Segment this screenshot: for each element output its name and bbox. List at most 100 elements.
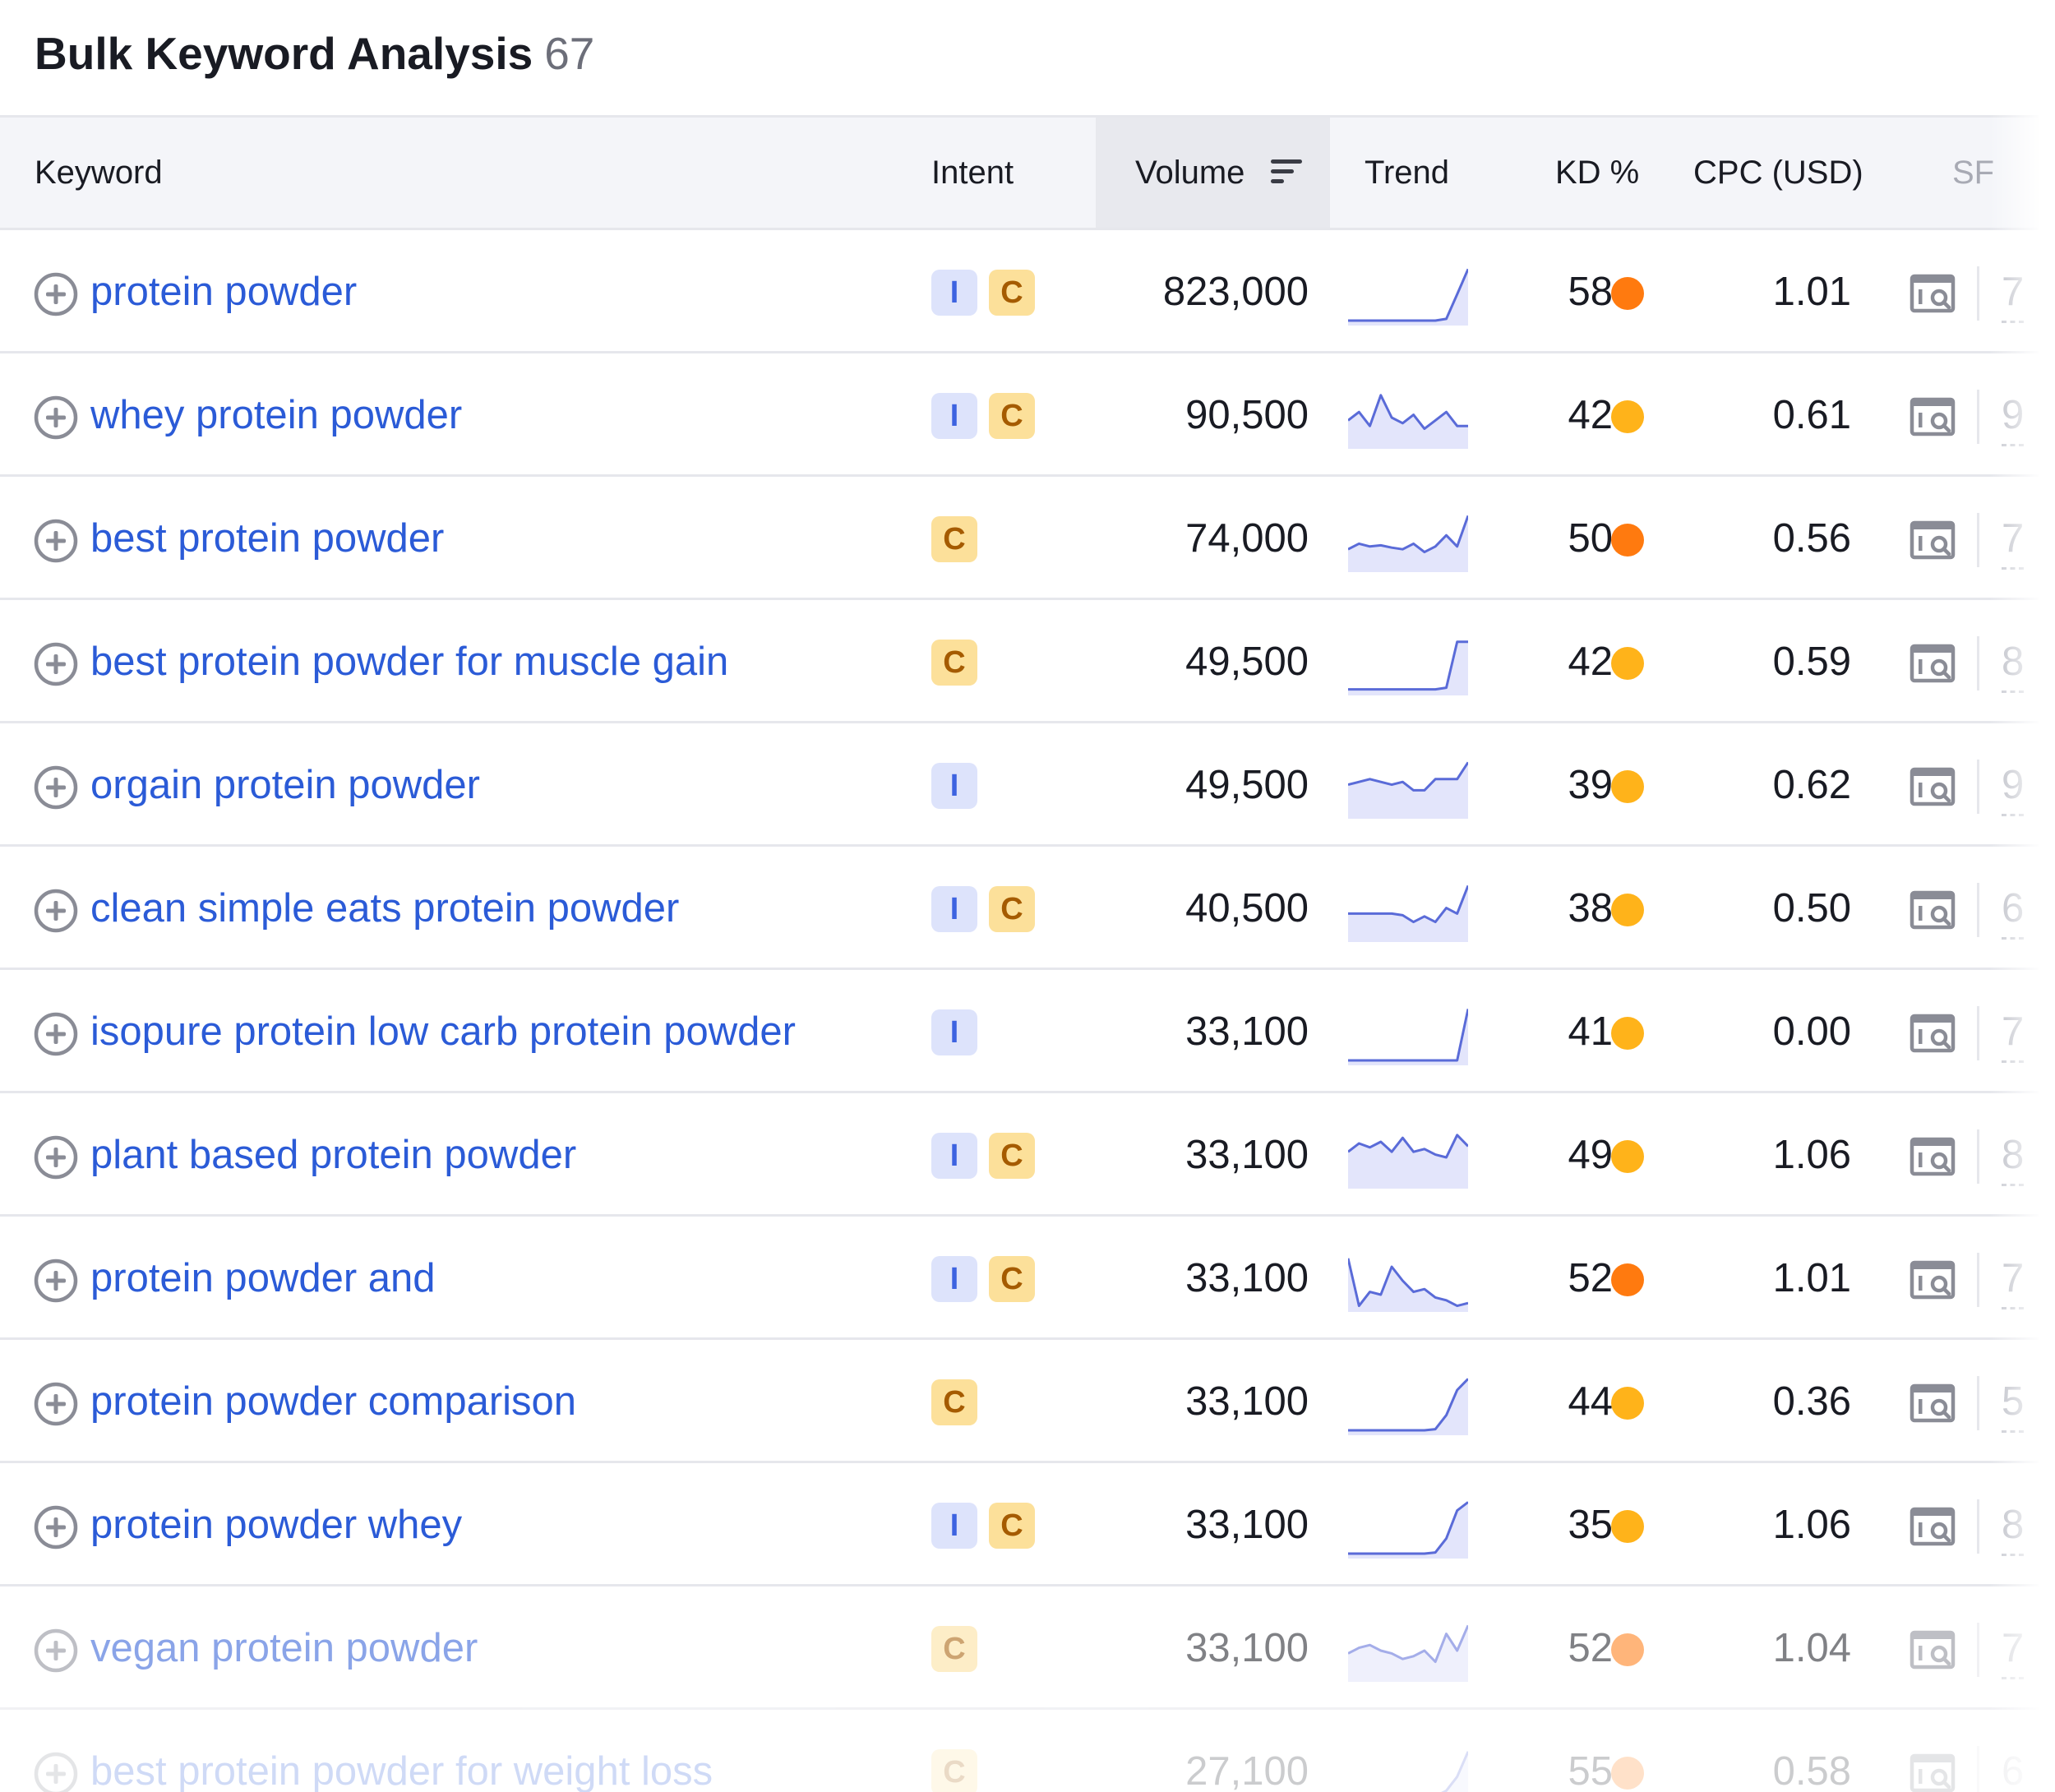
intent-commercial-badge[interactable]: C xyxy=(931,1626,977,1672)
volume-value: 90,500 xyxy=(1185,393,1309,437)
serp-preview-icon[interactable] xyxy=(1909,1133,1956,1180)
volume-value: 49,500 xyxy=(1185,640,1309,684)
trend-line xyxy=(1348,1009,1468,1062)
keyword-link[interactable]: protein powder xyxy=(90,263,357,321)
column-header-trend[interactable]: Trend xyxy=(1365,118,1449,228)
kd-difficulty-dot xyxy=(1611,647,1644,680)
trend-sparkline[interactable] xyxy=(1348,1373,1468,1435)
intent-commercial-badge[interactable]: C xyxy=(989,1133,1035,1179)
add-keyword-icon[interactable] xyxy=(33,641,79,687)
intent-informational-badge[interactable]: I xyxy=(931,270,977,316)
serp-preview-icon[interactable] xyxy=(1909,640,1956,687)
trend-sparkline[interactable] xyxy=(1348,1003,1468,1065)
intent-commercial-badge[interactable]: C xyxy=(931,1749,977,1792)
keyword-link[interactable]: protein powder comparison xyxy=(90,1373,576,1430)
column-header-volume[interactable]: Volume xyxy=(1096,118,1330,228)
serp-preview-icon[interactable] xyxy=(1909,763,1956,811)
keyword-link[interactable]: plant based protein powder xyxy=(90,1126,576,1184)
kd-difficulty-dot xyxy=(1611,894,1644,926)
kd-difficulty-dot xyxy=(1611,1757,1644,1790)
keyword-link[interactable]: clean simple eats protein powder xyxy=(90,880,679,937)
add-keyword-icon[interactable] xyxy=(33,1258,79,1304)
intent-commercial-badge[interactable]: C xyxy=(931,640,977,686)
add-keyword-icon[interactable] xyxy=(33,1504,79,1550)
add-keyword-icon[interactable] xyxy=(33,271,79,317)
table-row: vegan protein powderC33,100521.047 xyxy=(0,1586,2039,1710)
intent-commercial-badge[interactable]: C xyxy=(989,393,1035,439)
add-keyword-icon[interactable] xyxy=(33,1134,79,1180)
intent-informational-badge[interactable]: I xyxy=(931,1009,977,1055)
keyword-link[interactable]: protein powder whey xyxy=(90,1496,462,1554)
intent-informational-badge[interactable]: I xyxy=(931,763,977,809)
sort-descending-icon xyxy=(1270,159,1302,184)
trend-sparkline[interactable] xyxy=(1348,756,1468,819)
serp-preview-icon[interactable] xyxy=(1909,1503,1956,1550)
serp-preview-icon[interactable] xyxy=(1909,1256,1956,1304)
sf-divider xyxy=(1977,1623,1979,1677)
cpc-value: 0.56 xyxy=(1772,516,1851,561)
trend-area xyxy=(1348,1625,1468,1682)
add-keyword-icon[interactable] xyxy=(33,1628,79,1674)
column-header-sf[interactable]: SF xyxy=(1952,118,1994,228)
trend-sparkline[interactable] xyxy=(1348,1126,1468,1189)
keyword-link[interactable]: protein powder and xyxy=(90,1249,436,1307)
trend-sparkline[interactable] xyxy=(1348,1496,1468,1559)
intent-commercial-badge[interactable]: C xyxy=(989,270,1035,316)
trend-sparkline[interactable] xyxy=(1348,1743,1468,1792)
trend-sparkline[interactable] xyxy=(1348,1249,1468,1312)
add-keyword-icon[interactable] xyxy=(33,1751,79,1792)
serp-preview-icon[interactable] xyxy=(1909,393,1956,441)
intent-commercial-badge[interactable]: C xyxy=(931,1379,977,1425)
column-header-cpc[interactable]: CPC (USD) xyxy=(1693,118,1863,228)
intent-commercial-badge[interactable]: C xyxy=(989,1256,1035,1302)
keyword-link[interactable]: isopure protein low carb protein powder xyxy=(90,1003,796,1060)
intent-informational-badge[interactable]: I xyxy=(931,393,977,439)
serp-preview-icon[interactable] xyxy=(1909,516,1956,564)
intent-informational-badge[interactable]: I xyxy=(931,1503,977,1549)
cpc-value: 0.00 xyxy=(1772,1009,1851,1054)
keyword-link[interactable]: best protein powder for muscle gain xyxy=(90,633,728,690)
sf-divider xyxy=(1977,513,1979,567)
trend-sparkline[interactable] xyxy=(1348,510,1468,572)
add-keyword-icon[interactable] xyxy=(33,518,79,564)
trend-line xyxy=(1348,268,1468,322)
column-header-keyword[interactable]: Keyword xyxy=(35,118,163,228)
intent-badges: IC xyxy=(931,886,1035,932)
keyword-link[interactable]: orgain protein powder xyxy=(90,756,480,814)
add-keyword-icon[interactable] xyxy=(33,764,79,811)
add-keyword-icon[interactable] xyxy=(33,888,79,934)
trend-sparkline[interactable] xyxy=(1348,633,1468,695)
volume-value: 823,000 xyxy=(1162,270,1309,314)
intent-commercial-badge[interactable]: C xyxy=(931,516,977,562)
trend-sparkline[interactable] xyxy=(1348,1619,1468,1682)
volume-value: 33,100 xyxy=(1185,1009,1309,1054)
trend-sparkline[interactable] xyxy=(1348,263,1468,326)
keyword-link[interactable]: best protein powder xyxy=(90,510,444,567)
sf-divider xyxy=(1977,1006,1979,1060)
cpc-value: 1.06 xyxy=(1772,1133,1851,1177)
keyword-link[interactable]: vegan protein powder xyxy=(90,1619,478,1677)
column-header-intent[interactable]: Intent xyxy=(931,118,1014,228)
intent-informational-badge[interactable]: I xyxy=(931,1133,977,1179)
table-row: plant based protein powder I C 33,100 49 1.06… xyxy=(0,1093,2039,1217)
trend-sparkline[interactable] xyxy=(1348,880,1468,942)
sf-divider xyxy=(1977,1746,1979,1792)
add-keyword-icon[interactable] xyxy=(33,395,79,441)
intent-informational-badge[interactable]: I xyxy=(931,1256,977,1302)
serp-preview-icon[interactable] xyxy=(1909,1626,1956,1674)
serp-preview-icon[interactable] xyxy=(1909,886,1956,934)
keyword-link[interactable]: whey protein powder xyxy=(90,386,462,444)
serp-preview-icon[interactable] xyxy=(1909,1009,1956,1057)
serp-preview-icon[interactable] xyxy=(1909,1749,1956,1792)
add-keyword-icon[interactable] xyxy=(33,1011,79,1057)
intent-commercial-badge[interactable]: C xyxy=(989,1503,1035,1549)
trend-sparkline[interactable] xyxy=(1348,386,1468,449)
serp-preview-icon[interactable] xyxy=(1909,1379,1956,1427)
intent-informational-badge[interactable]: I xyxy=(931,886,977,932)
kd-value: 49 xyxy=(1568,1133,1613,1177)
add-keyword-icon[interactable] xyxy=(33,1381,79,1427)
column-header-kd[interactable]: KD % xyxy=(1555,118,1639,228)
intent-commercial-badge[interactable]: C xyxy=(989,886,1035,932)
keyword-link[interactable]: best protein powder for weight loss xyxy=(90,1743,713,1792)
serp-preview-icon[interactable] xyxy=(1909,270,1956,317)
